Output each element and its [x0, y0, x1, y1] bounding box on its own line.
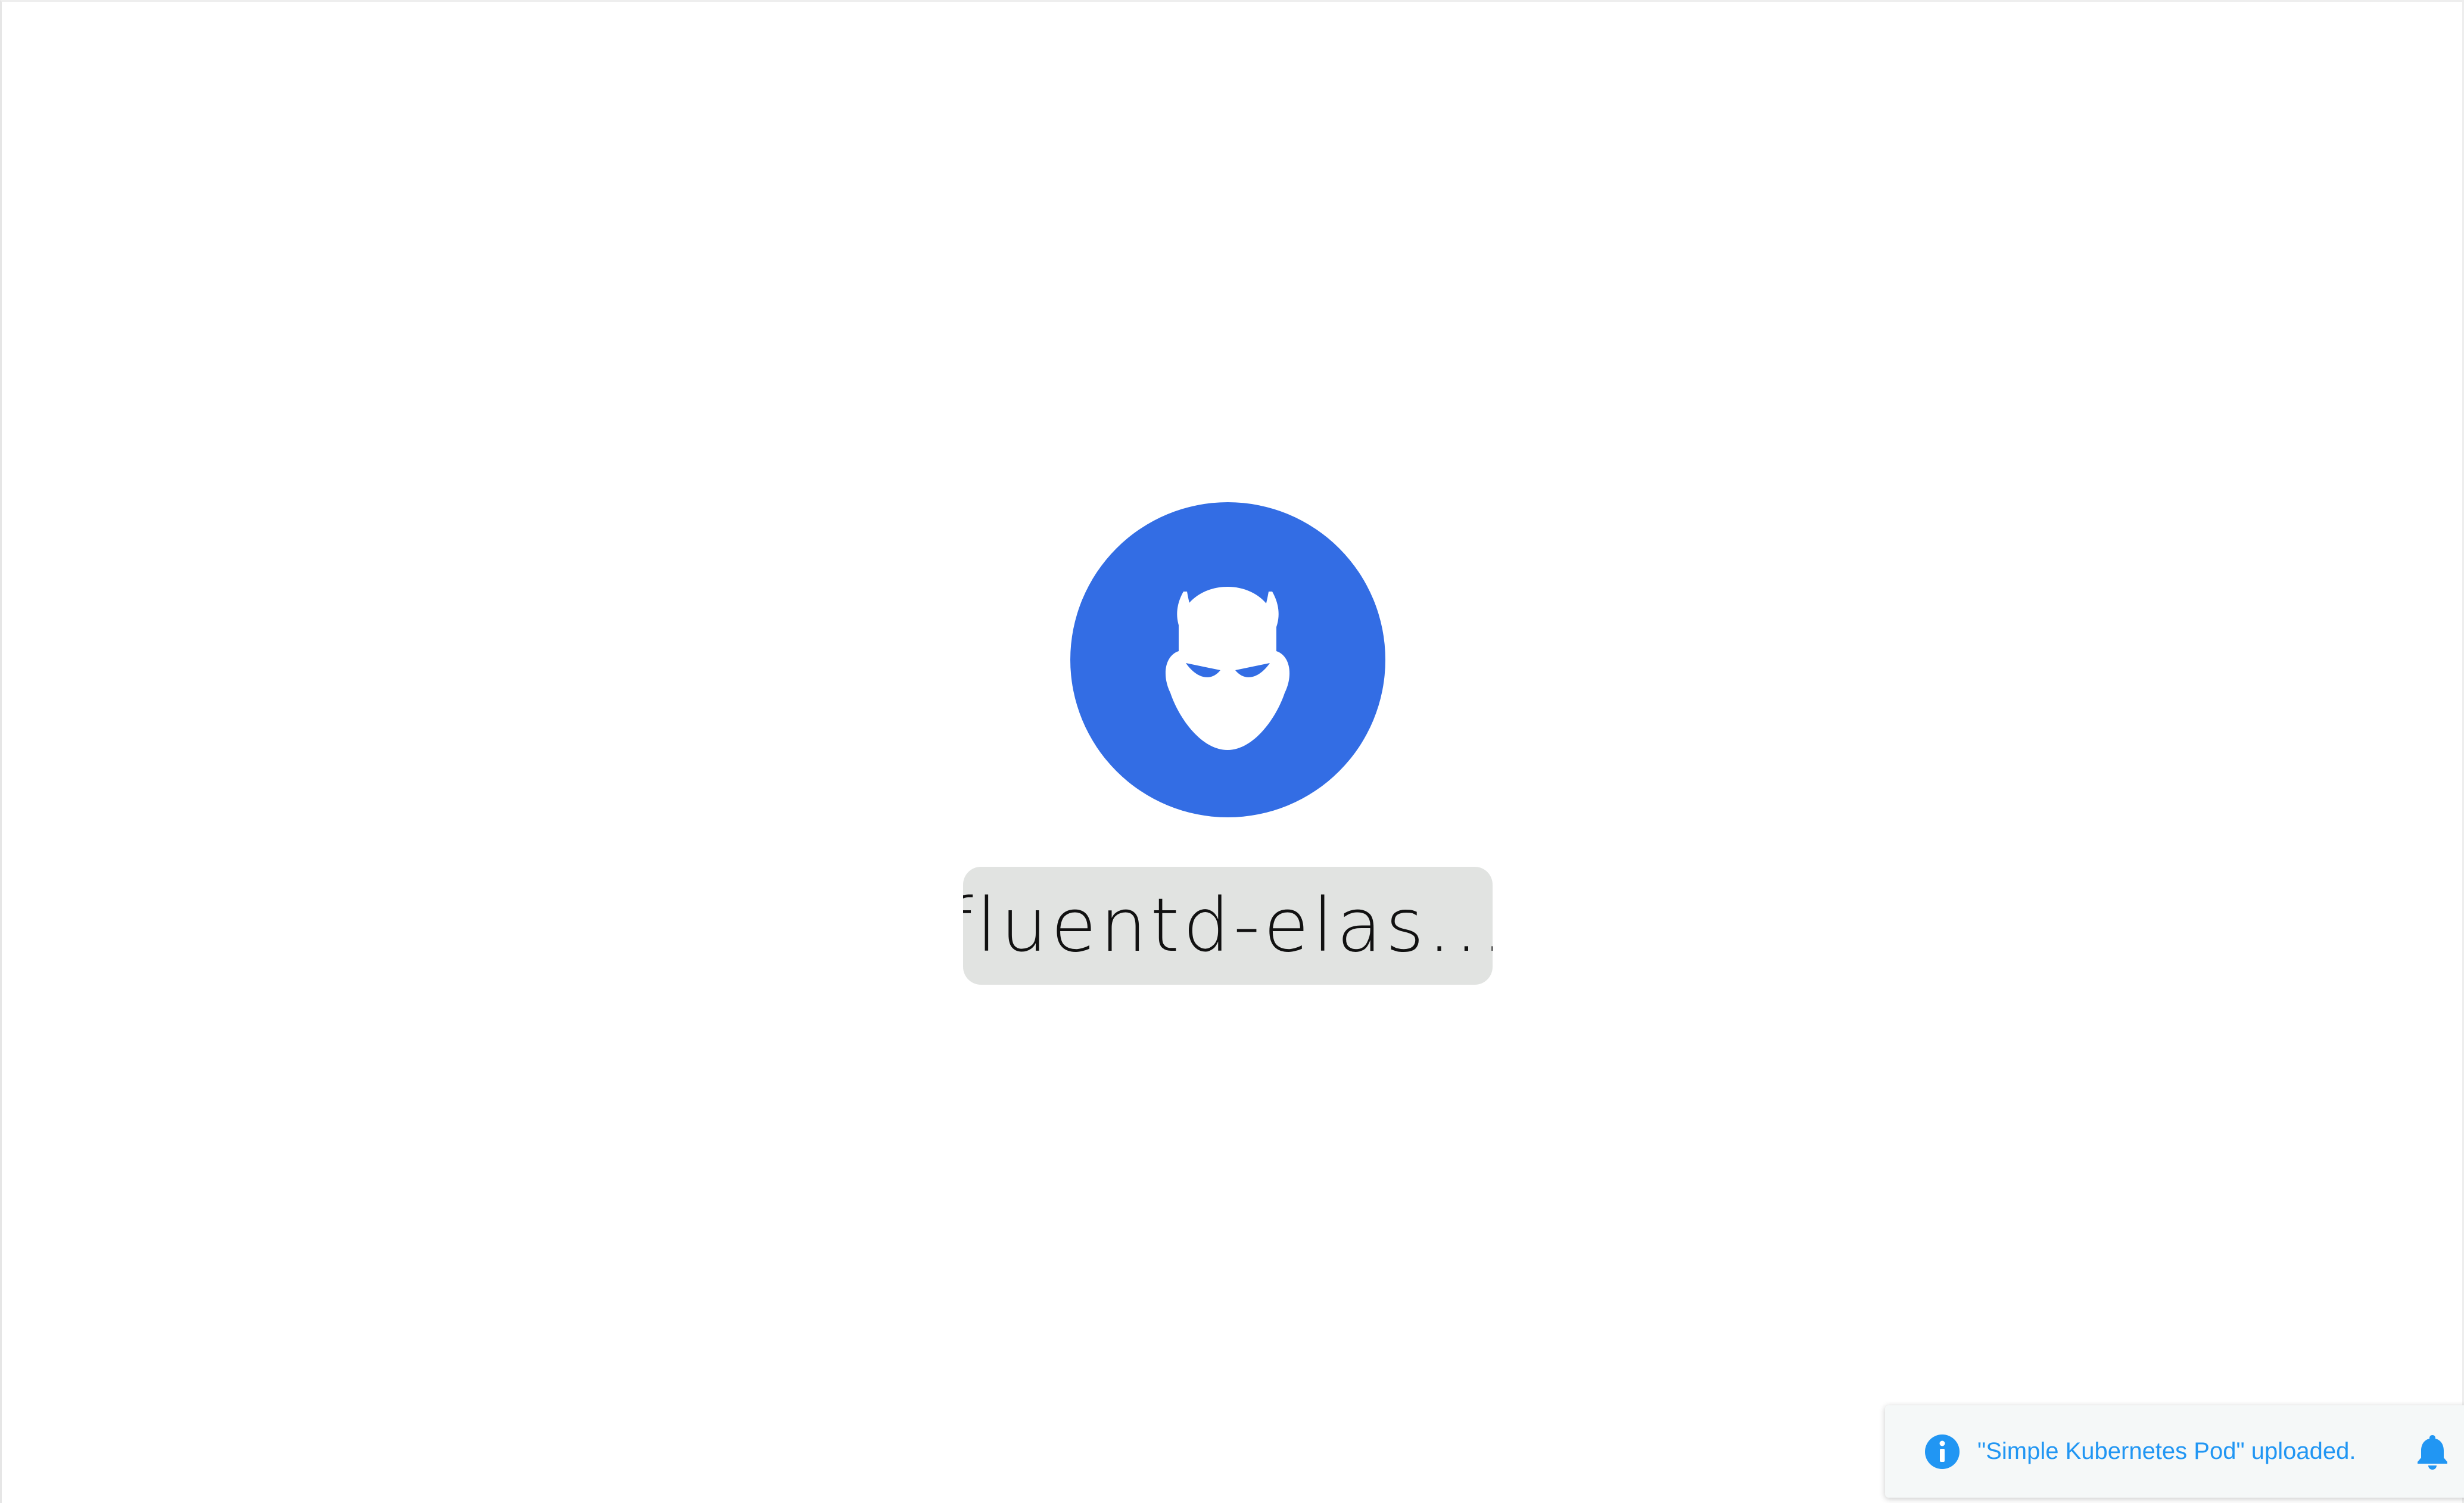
node-label[interactable]: fluentd-elas... [963, 867, 1493, 985]
info-icon [1925, 1434, 1960, 1469]
workload-node[interactable] [1070, 502, 1385, 817]
notification-toast[interactable]: "Simple Kubernetes Pod" uploaded. [1885, 1405, 2464, 1498]
canvas[interactable]: fluentd-elas... "Simple Kubernetes Pod" … [0, 0, 2464, 1503]
devil-head-icon [1070, 502, 1385, 817]
bell-icon[interactable] [2415, 1433, 2450, 1470]
notification-message: "Simple Kubernetes Pod" uploaded. [1977, 1438, 2356, 1464]
